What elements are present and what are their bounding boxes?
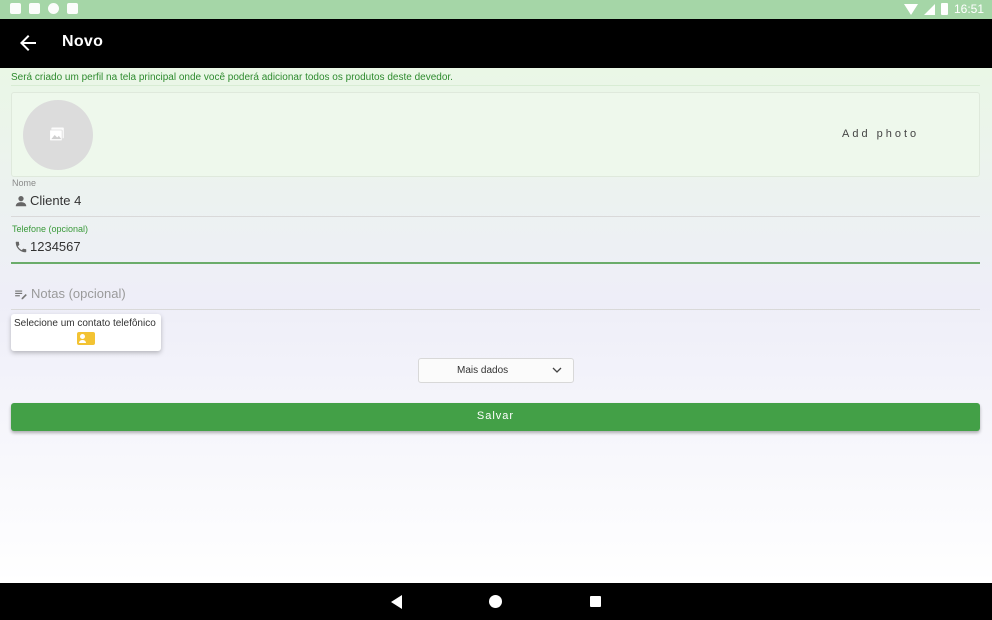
name-value: Cliente 4 (30, 193, 82, 208)
status-time: 16:51 (953, 2, 984, 16)
phone-icon (15, 241, 27, 253)
notification-mail-icon (29, 3, 40, 14)
status-system-icons: 16:51 (903, 2, 984, 16)
phone-field[interactable]: 1234567 (11, 235, 980, 261)
notes-underline (11, 309, 980, 310)
notes-edit-icon (15, 290, 27, 300)
app-toolbar: Novo (0, 19, 992, 68)
more-data-label: Mais dados (457, 365, 509, 376)
system-nav-bar (0, 583, 992, 620)
phone-underline (11, 262, 980, 264)
more-data-dropdown[interactable]: Mais dados (418, 358, 574, 383)
arrow-back-icon[interactable] (16, 31, 40, 55)
divider (11, 85, 980, 86)
status-bar: 16:51 (0, 0, 992, 19)
name-label: Nome (12, 178, 37, 188)
notes-field[interactable]: Notas (opcional) (11, 282, 980, 308)
select-contact-label: Selecione um contato telefônico (14, 318, 156, 329)
page-title: Novo (62, 33, 104, 50)
select-contact-button[interactable]: Selecione um contato telefônico (11, 314, 161, 351)
photo-picker[interactable] (23, 100, 93, 170)
phone-value: 1234567 (30, 239, 81, 254)
name-underline (11, 216, 980, 217)
battery-icon (940, 3, 948, 15)
phone-label: Telefone (opcional) (12, 224, 89, 234)
wifi-icon (903, 3, 918, 15)
info-message: Será criado um perfil na tela principal … (11, 72, 453, 83)
notification-circle-icon (48, 3, 59, 14)
notes-placeholder: Notas (opcional) (31, 286, 126, 301)
contact-card-icon (77, 332, 95, 345)
nav-recents-icon[interactable] (590, 596, 601, 607)
add-photo-button[interactable]: Add photo (842, 128, 919, 140)
save-button[interactable]: Salvar (11, 403, 980, 431)
name-field[interactable]: Cliente 4 (11, 189, 980, 215)
cell-signal-icon (923, 3, 935, 15)
nav-back-icon[interactable] (391, 595, 402, 609)
save-label: Salvar (476, 410, 515, 422)
person-icon (15, 196, 27, 207)
notification-app-icon (10, 3, 21, 14)
image-placeholder-icon (49, 127, 64, 142)
nav-home-icon[interactable] (489, 595, 502, 608)
form-content: Será criado um perfil na tela principal … (0, 68, 992, 583)
chevron-down-icon (552, 367, 562, 373)
photo-card: Add photo (11, 92, 980, 177)
notification-sd-card-icon (67, 3, 78, 14)
status-notification-icons (10, 3, 78, 14)
